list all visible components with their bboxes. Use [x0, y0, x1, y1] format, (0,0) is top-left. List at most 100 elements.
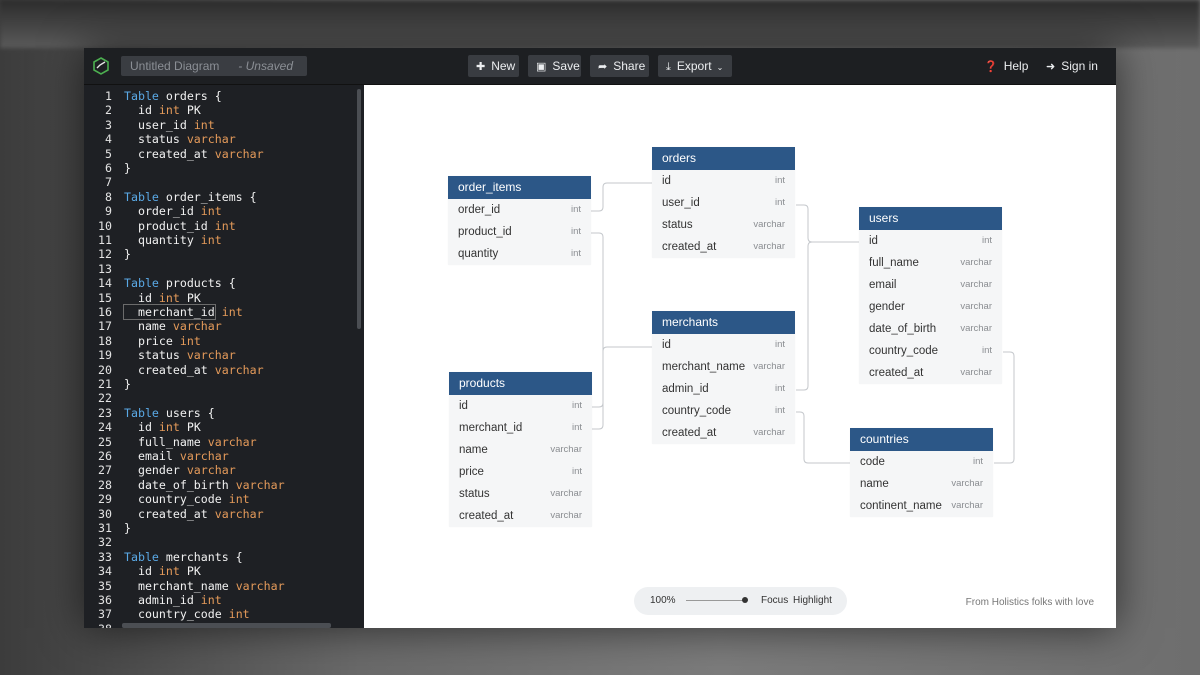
- code-field: country_code: [124, 607, 222, 622]
- table-field-row[interactable]: status varchar: [652, 214, 795, 236]
- code-modifier: PK: [179, 420, 201, 435]
- field-name: id: [662, 175, 671, 187]
- code-field: id: [124, 290, 152, 305]
- line-number: 2: [105, 103, 112, 118]
- table-field-row[interactable]: date_of_birth varchar: [859, 318, 1002, 340]
- field-name: created_at: [662, 427, 717, 439]
- zoom-percent: 100%: [650, 595, 676, 606]
- code-rest: orders {: [158, 89, 222, 103]
- credit-text: From Holistics folks with love: [965, 597, 1094, 608]
- field-type: varchar: [550, 510, 582, 521]
- table-countries[interactable]: countries code int name varchar continent_nam…: [850, 428, 993, 517]
- table-field-row[interactable]: price int: [449, 461, 592, 483]
- help-link[interactable]: ❓ Help: [984, 55, 1028, 77]
- line-number: 26: [98, 449, 112, 463]
- table-field-row[interactable]: created_at varchar: [652, 236, 795, 258]
- table-header[interactable]: users: [859, 207, 1002, 230]
- table-merchants[interactable]: merchants id int merchant_name varchar admin_…: [652, 311, 795, 444]
- diagram-name: Untitled Diagram: [130, 59, 220, 73]
- editor-horizontal-scrollbar[interactable]: [122, 623, 331, 628]
- code-type: int: [193, 117, 215, 132]
- code-type: varchar: [186, 463, 236, 478]
- table-header[interactable]: countries: [850, 428, 993, 451]
- field-type: varchar: [753, 427, 785, 438]
- table-field-row[interactable]: user_id int: [652, 192, 795, 214]
- code-field: status: [124, 132, 180, 147]
- table-header[interactable]: orders: [652, 147, 795, 170]
- code-type: varchar: [235, 578, 285, 593]
- export-button[interactable]: ⤓ Export ⌄: [658, 55, 732, 77]
- table-field-row[interactable]: order_id int: [448, 199, 591, 221]
- line-number: 31: [98, 521, 112, 535]
- table-field-row[interactable]: name varchar: [449, 439, 592, 461]
- table-field-row[interactable]: created_at varchar: [652, 422, 795, 444]
- download-icon: ⤓: [666, 61, 671, 73]
- field-type: varchar: [951, 500, 983, 511]
- table-field-row[interactable]: country_code int: [652, 400, 795, 422]
- code-type: varchar: [172, 319, 222, 334]
- signin-link[interactable]: ➜ Sign in: [1046, 55, 1098, 77]
- table-field-row[interactable]: gender varchar: [859, 296, 1002, 318]
- share-button[interactable]: ➦ Share: [590, 55, 649, 77]
- new-button[interactable]: ✚ New: [468, 55, 519, 77]
- table-field-row[interactable]: name varchar: [850, 473, 993, 495]
- code-type: varchar: [207, 434, 257, 449]
- code-text: admin_id int: [124, 593, 222, 607]
- line-number: 21: [98, 377, 112, 391]
- table-field-row[interactable]: id int: [449, 395, 592, 417]
- table-field-row[interactable]: id int: [859, 230, 1002, 252]
- table-order-items[interactable]: order_items order_id int product_id int quant…: [448, 176, 591, 265]
- code-keyword: Table: [124, 549, 159, 564]
- table-products[interactable]: products id int merchant_id int name varchar pr…: [449, 372, 592, 527]
- code-rest: }: [124, 377, 131, 391]
- table-header[interactable]: products: [449, 372, 592, 395]
- table-field-row[interactable]: email varchar: [859, 274, 1002, 296]
- ref-line: [796, 411, 850, 464]
- table-orders[interactable]: orders id int user_id int status varchar create…: [652, 147, 795, 258]
- table-field-row[interactable]: quantity int: [448, 243, 591, 265]
- field-type: varchar: [550, 444, 582, 455]
- field-name: gender: [869, 301, 905, 313]
- unsaved-indicator: - Unsaved: [238, 59, 293, 73]
- table-field-row[interactable]: created_at varchar: [449, 505, 592, 527]
- code-editor[interactable]: 1 Table orders {2 id int PK 3 user_id int 4…: [84, 85, 363, 628]
- table-header[interactable]: order_items: [448, 176, 591, 199]
- table-field-row[interactable]: product_id int: [448, 221, 591, 243]
- table-field-row[interactable]: code int: [850, 451, 993, 473]
- diagram-title-input[interactable]: Untitled Diagram - Unsaved: [121, 56, 307, 76]
- field-name: status: [662, 219, 693, 231]
- code-rest: }: [124, 247, 131, 262]
- line-number: 14: [98, 276, 112, 291]
- table-field-row[interactable]: merchant_id int: [449, 417, 592, 439]
- editor-vertical-scrollbar[interactable]: [357, 89, 361, 329]
- code-text: merchant_id int: [123, 304, 243, 320]
- line-number: 38: [84, 622, 112, 628]
- table-users[interactable]: users id int full_name varchar email varchar ge…: [859, 207, 1002, 384]
- field-type: varchar: [753, 361, 785, 372]
- diagram-canvas[interactable]: 100% Focus Highlight From Holistics folk…: [364, 85, 1116, 628]
- code-text: id int PK: [124, 103, 201, 117]
- table-field-row[interactable]: full_name varchar: [859, 252, 1002, 274]
- field-name: id: [869, 235, 878, 247]
- table-field-row[interactable]: admin_id int: [652, 378, 795, 400]
- code-field: status: [124, 348, 180, 363]
- table-field-row[interactable]: continent_name varchar: [850, 495, 993, 517]
- save-button[interactable]: ▣ Save: [528, 55, 581, 77]
- table-header[interactable]: merchants: [652, 311, 795, 334]
- code-rest: order_items {: [158, 189, 257, 204]
- zoom-slider-knob[interactable]: [742, 597, 748, 603]
- code-field: id: [124, 103, 152, 118]
- table-field-row[interactable]: created_at varchar: [859, 362, 1002, 384]
- table-field-row[interactable]: id int: [652, 334, 795, 356]
- table-field-row[interactable]: merchant_name varchar: [652, 356, 795, 378]
- line-number: 19: [98, 348, 112, 363]
- zoom-slider[interactable]: [686, 600, 746, 601]
- code-type: varchar: [179, 449, 229, 463]
- table-field-row[interactable]: country_code int: [859, 340, 1002, 362]
- table-field-row[interactable]: status varchar: [449, 483, 592, 505]
- code-text: Table merchants {: [124, 550, 243, 564]
- highlight-button[interactable]: Highlight: [793, 595, 832, 606]
- code-modifier: PK: [179, 103, 201, 118]
- table-field-row[interactable]: id int: [652, 170, 795, 192]
- focus-button[interactable]: Focus: [761, 595, 788, 606]
